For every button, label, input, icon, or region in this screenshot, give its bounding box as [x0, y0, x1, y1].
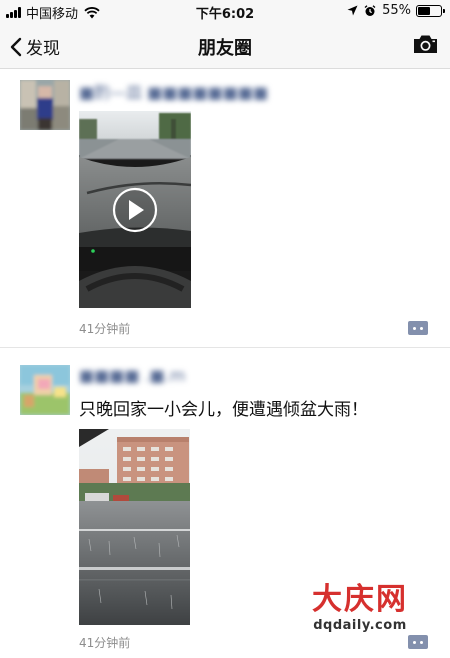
post-username[interactable]: ■■■■ .■.m — [79, 366, 185, 385]
photo-rainy-street — [79, 429, 190, 625]
battery-percent: 55% — [382, 3, 411, 18]
nav-bar: 发现 朋友圈 — [0, 22, 450, 69]
page-title: 朋友圈 — [198, 38, 252, 59]
avatar[interactable] — [20, 365, 70, 415]
alarm-icon — [364, 4, 376, 16]
location-arrow-icon — [347, 5, 358, 16]
post-image[interactable] — [79, 429, 190, 625]
post-username[interactable]: ■酌—皿 ■■■■■■■■ — [79, 79, 268, 103]
avatar-image — [20, 365, 70, 415]
avatar-image — [20, 80, 70, 130]
moment-post: ■酌—皿 ■■■■■■■■ 41分钟前 — [0, 70, 450, 348]
camera-button[interactable] — [413, 34, 438, 58]
post-time: 41分钟前 — [79, 636, 131, 650]
video-frame — [79, 111, 191, 308]
watermark-url: dqdaily.com — [313, 618, 407, 633]
battery-level — [418, 6, 430, 15]
status-bar: 中国移动 下午6:02 55% — [0, 0, 450, 22]
post-text: 只晚回家一小会儿，便遭遇倾盆大雨！ — [79, 400, 368, 420]
avatar[interactable] — [20, 80, 70, 130]
camera-icon — [414, 35, 437, 53]
watermark-logo: 大庆网 — [312, 582, 408, 617]
watermark: 大庆网 dqdaily.com — [300, 582, 420, 634]
battery-icon — [416, 4, 445, 17]
comment-more-icon[interactable] — [408, 635, 428, 649]
status-right: 55% — [347, 3, 445, 18]
video-thumbnail[interactable] — [79, 111, 191, 308]
comment-more-icon[interactable] — [408, 321, 428, 335]
post-time: 41分钟前 — [79, 322, 131, 336]
